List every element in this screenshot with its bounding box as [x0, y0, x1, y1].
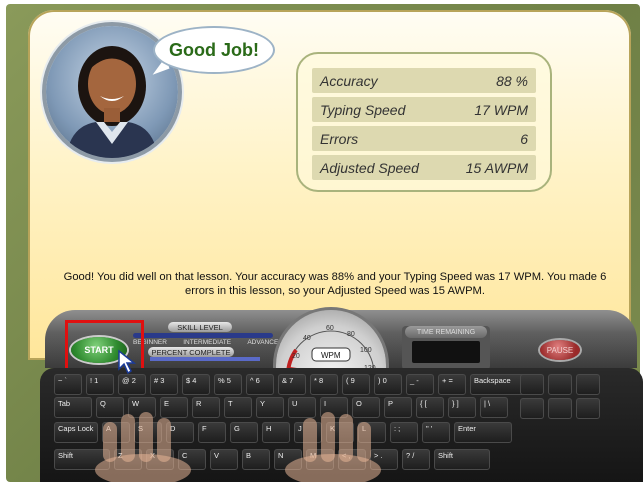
gauge-tick: 80	[347, 331, 355, 338]
key-9[interactable]: ( 9	[342, 374, 370, 395]
percent-complete-label: PERCENT COMPLETE	[148, 347, 234, 357]
stat-label: Accuracy	[320, 72, 378, 89]
gauge-tick: 60	[326, 325, 334, 332]
skill-level-slider-track[interactable]	[133, 333, 273, 338]
key-[interactable]: } ]	[448, 397, 476, 418]
lesson-feedback-message: Good! You did well on that lesson. Your …	[63, 271, 607, 297]
time-remaining-display	[412, 341, 480, 363]
key-2[interactable]: @ 2	[118, 374, 146, 395]
nav-key[interactable]	[548, 398, 572, 419]
key-4[interactable]: $ 4	[182, 374, 210, 395]
key-[interactable]: + =	[438, 374, 466, 395]
stats-panel: Accuracy 88 % Typing Speed 17 WPM Errors…	[296, 52, 552, 192]
stat-value: 88 %	[496, 72, 528, 89]
pause-button[interactable]: PAUSE	[540, 340, 580, 360]
key-1[interactable]: ! 1	[86, 374, 114, 395]
speech-bubble: Good Job!	[155, 28, 273, 72]
mouse-cursor-icon	[118, 349, 137, 375]
time-remaining-label: TIME REMAINING	[405, 326, 487, 338]
key-shift[interactable]: Shift	[434, 449, 490, 470]
stat-errors: Errors 6	[312, 126, 536, 151]
key-6[interactable]: ^ 6	[246, 374, 274, 395]
percent-complete-bar	[150, 357, 260, 361]
key-[interactable]: { [	[416, 397, 444, 418]
stat-value: 15 AWPM	[465, 159, 528, 176]
key-0[interactable]: ) 0	[374, 374, 402, 395]
stat-adjusted-speed: Adjusted Speed 15 AWPM	[312, 155, 536, 180]
key-[interactable]: | \	[480, 397, 508, 418]
key-[interactable]: " '	[422, 422, 450, 443]
skill-level-options: BEGINNER INTERMEDIATE ADVANCED	[133, 339, 283, 346]
key-5[interactable]: % 5	[214, 374, 242, 395]
level-advanced[interactable]: ADVANCED	[247, 339, 283, 346]
nav-key[interactable]	[548, 374, 572, 395]
nav-key[interactable]	[520, 398, 544, 419]
stat-label: Errors	[320, 130, 359, 147]
stat-value: 17 WPM	[474, 101, 528, 118]
stat-value: 6	[520, 130, 528, 147]
nav-key[interactable]	[576, 374, 600, 395]
nav-key[interactable]	[520, 374, 544, 395]
gauge-tick: 40	[303, 335, 311, 342]
speech-bubble-text: Good Job!	[169, 39, 259, 60]
gauge-tick: 100	[360, 347, 372, 354]
stat-typing-speed: Typing Speed 17 WPM	[312, 97, 536, 122]
guide-hands	[95, 412, 381, 482]
key-caps-lock[interactable]: Caps Lock	[54, 422, 98, 443]
nav-key[interactable]	[576, 398, 600, 419]
key-tab[interactable]: Tab	[54, 397, 92, 418]
gauge-tick: 20	[292, 353, 300, 360]
key-[interactable]: : ;	[390, 422, 418, 443]
gauge-unit: WPM	[321, 351, 341, 360]
skill-level-label: SKILL LEVEL	[168, 322, 232, 332]
stat-accuracy: Accuracy 88 %	[312, 68, 536, 93]
stat-label: Adjusted Speed	[320, 159, 419, 176]
key-8[interactable]: * 8	[310, 374, 338, 395]
time-remaining-panel: TIME REMAINING	[402, 326, 490, 370]
stat-label: Typing Speed	[320, 101, 406, 118]
key-[interactable]: ? /	[402, 449, 430, 470]
level-intermediate[interactable]: INTERMEDIATE	[183, 339, 231, 346]
key-3[interactable]: # 3	[150, 374, 178, 395]
key-enter[interactable]: Enter	[454, 422, 512, 443]
key-[interactable]: _ -	[406, 374, 434, 395]
key-[interactable]: ~ `	[54, 374, 82, 395]
key-7[interactable]: & 7	[278, 374, 306, 395]
